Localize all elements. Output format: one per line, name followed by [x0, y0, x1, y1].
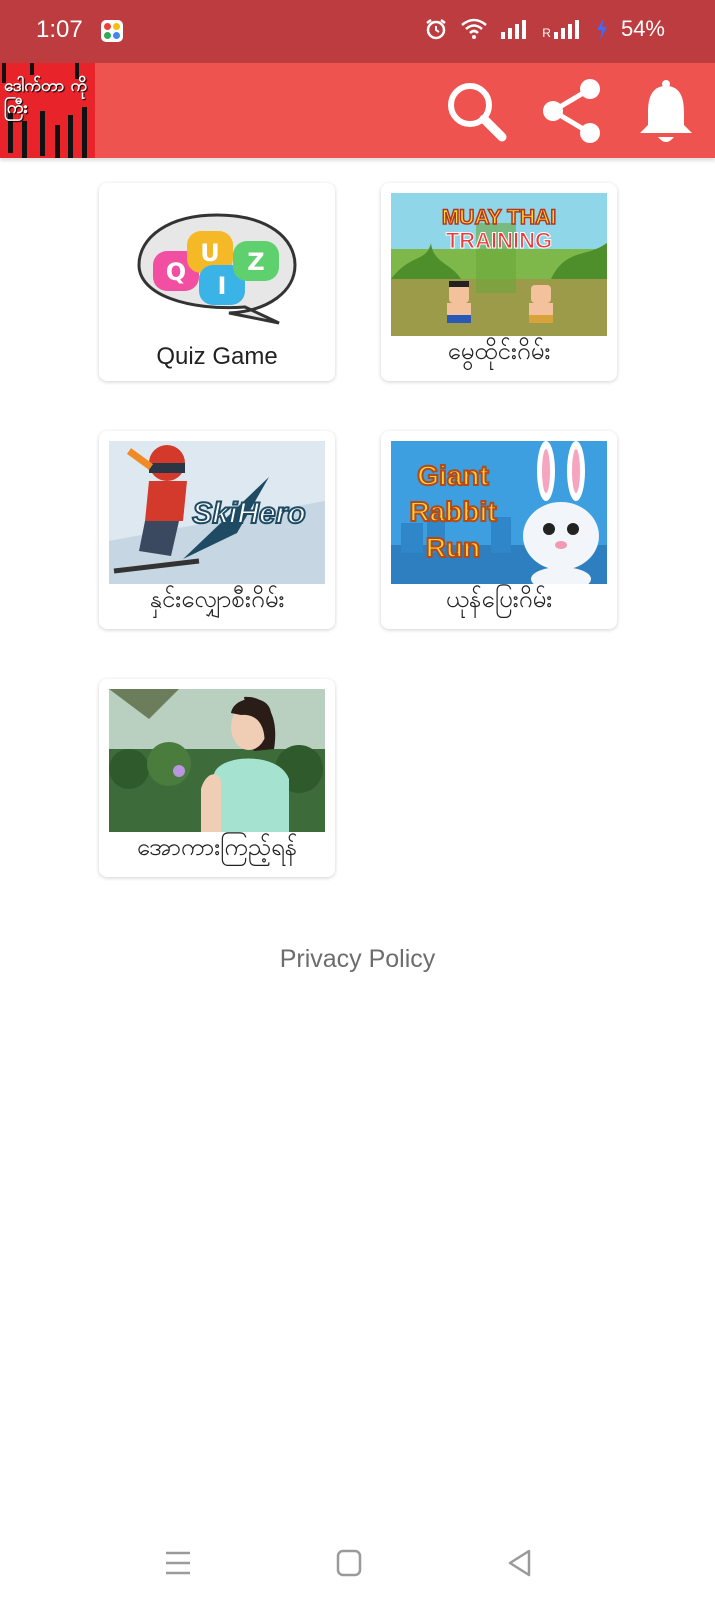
- app-bar: ဒေါက်တာ ကိုကြီး: [0, 63, 715, 158]
- status-indicators: R 54%: [424, 16, 665, 42]
- ski-hero-thumbnail: SkiHero: [109, 441, 325, 584]
- signal-2-icon: [553, 20, 579, 39]
- charging-icon: [596, 18, 607, 40]
- svg-text:MUAY THAI: MUAY THAI: [442, 206, 556, 229]
- svg-text:Q: Q: [166, 258, 186, 286]
- system-nav-bar: [0, 1521, 715, 1601]
- svg-text:SkiHero: SkiHero: [192, 497, 305, 530]
- svg-text:Rabbit: Rabbit: [409, 496, 496, 527]
- video-thumbnail: [109, 689, 325, 832]
- quiz-thumbnail: Q U I Z: [109, 193, 325, 336]
- game-card-muay-thai[interactable]: MUAY THAI TRAINING မွေထိုင်းဂိမ်း: [381, 183, 617, 381]
- search-button[interactable]: [440, 75, 512, 147]
- search-icon: [448, 83, 507, 142]
- svg-text:I: I: [218, 272, 227, 300]
- svg-text:Run: Run: [426, 532, 480, 563]
- svg-text:Z: Z: [247, 248, 264, 276]
- game-label: ယုန်ပြေးဂိမ်း: [445, 585, 553, 613]
- roaming-label: R: [542, 26, 551, 40]
- game-label: နှင်းလျှောစီးဂိမ်း: [149, 585, 285, 613]
- alarm-icon: [426, 19, 447, 40]
- logo-text: ဒေါက်တာ ကိုကြီး: [4, 76, 88, 118]
- rabbit-run-thumbnail: Giant Rabbit Run: [391, 441, 607, 584]
- status-time: 1:07: [36, 16, 83, 43]
- svg-text:U: U: [200, 239, 220, 267]
- battery-percent: 54%: [620, 16, 665, 41]
- game-card-quiz[interactable]: Q U I Z Quiz Game: [99, 183, 335, 381]
- game-label: မွေထိုင်းဂိမ်း: [447, 337, 551, 365]
- svg-text:Giant: Giant: [417, 460, 489, 491]
- bell-icon: [640, 80, 692, 142]
- home-button[interactable]: [329, 1543, 369, 1583]
- game-label: အောကားကြည့်ရန်: [136, 833, 298, 861]
- share-icon: [543, 79, 600, 143]
- recent-apps-button[interactable]: [158, 1543, 198, 1583]
- wifi-icon: [461, 18, 488, 39]
- game-label: Quiz Game: [156, 343, 278, 370]
- status-bar: 1:07 R 54%: [0, 0, 715, 63]
- roaming-signal: R: [542, 18, 583, 40]
- app-notification-icon: [101, 20, 123, 42]
- home-square-icon: [336, 1549, 362, 1577]
- privacy-policy-link[interactable]: Privacy Policy: [0, 945, 715, 974]
- signal-icon: [501, 20, 527, 39]
- share-button[interactable]: [536, 75, 608, 147]
- back-button[interactable]: [500, 1543, 540, 1583]
- game-card-ski-hero[interactable]: SkiHero နှင်းလျှောစီးဂိမ်း: [99, 431, 335, 629]
- svg-text:TRAINING: TRAINING: [446, 228, 552, 253]
- app-logo[interactable]: ဒေါက်တာ ကိုကြီး: [0, 63, 95, 158]
- game-card-giant-rabbit-run[interactable]: Giant Rabbit Run ယုန်ပြေးဂိမ်း: [381, 431, 617, 629]
- game-card-video[interactable]: အောကားကြည့်ရန်: [99, 679, 335, 877]
- notification-button[interactable]: [630, 75, 702, 147]
- menu-icon: [166, 1551, 190, 1575]
- muay-thai-thumbnail: MUAY THAI TRAINING: [391, 193, 607, 336]
- back-triangle-icon: [508, 1549, 531, 1577]
